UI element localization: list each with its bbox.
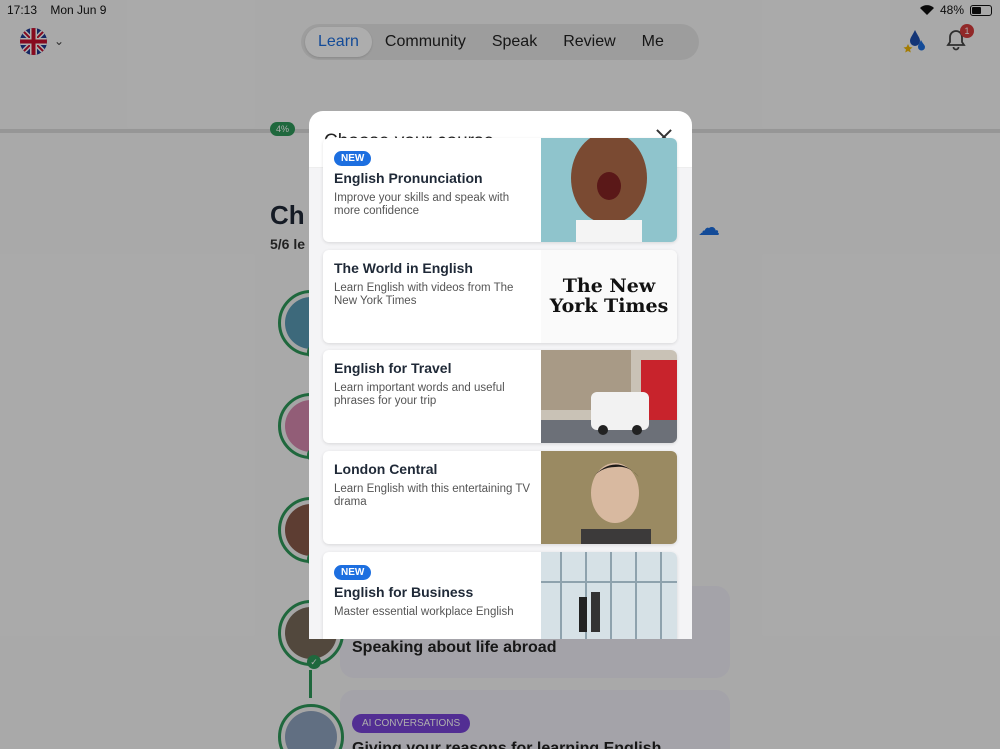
new-badge: NEW [334,565,372,580]
course-name: London Central [334,461,438,477]
course-description: Learn English with this entertaining TV … [334,483,531,509]
course-image-office-building [541,552,677,639]
course-image-young-man [541,451,677,544]
course-list: NEW English Pronunciation Improve your s… [309,138,692,639]
course-card-world-in-english[interactable]: The World in English Learn English with … [323,250,677,343]
course-card-pronunciation[interactable]: NEW English Pronunciation Improve your s… [323,138,677,242]
course-description: Learn important words and useful phrases… [334,382,505,408]
course-image-london-taxi [541,350,677,443]
course-image-smiling-woman [541,138,677,242]
course-name: English for Travel [334,360,452,376]
course-description: Master essential workplace English [334,606,514,618]
course-description: Improve your skills and speak with more … [334,192,510,218]
choose-course-modal: Choose your course NEW English Pronuncia… [309,111,692,639]
course-name: English Pronunciation [334,170,483,186]
course-description: Learn English with videos from The New Y… [334,282,514,308]
course-card-travel[interactable]: English for Travel Learn important words… [323,350,677,443]
new-badge: NEW [334,151,372,166]
course-card-business[interactable]: NEW English for Business Master essentia… [323,552,677,639]
course-name: English for Business [334,584,474,600]
nyt-logo: The New York Times [541,250,677,343]
course-card-london-central[interactable]: London Central Learn English with this e… [323,451,677,544]
course-name: The World in English [334,260,473,276]
